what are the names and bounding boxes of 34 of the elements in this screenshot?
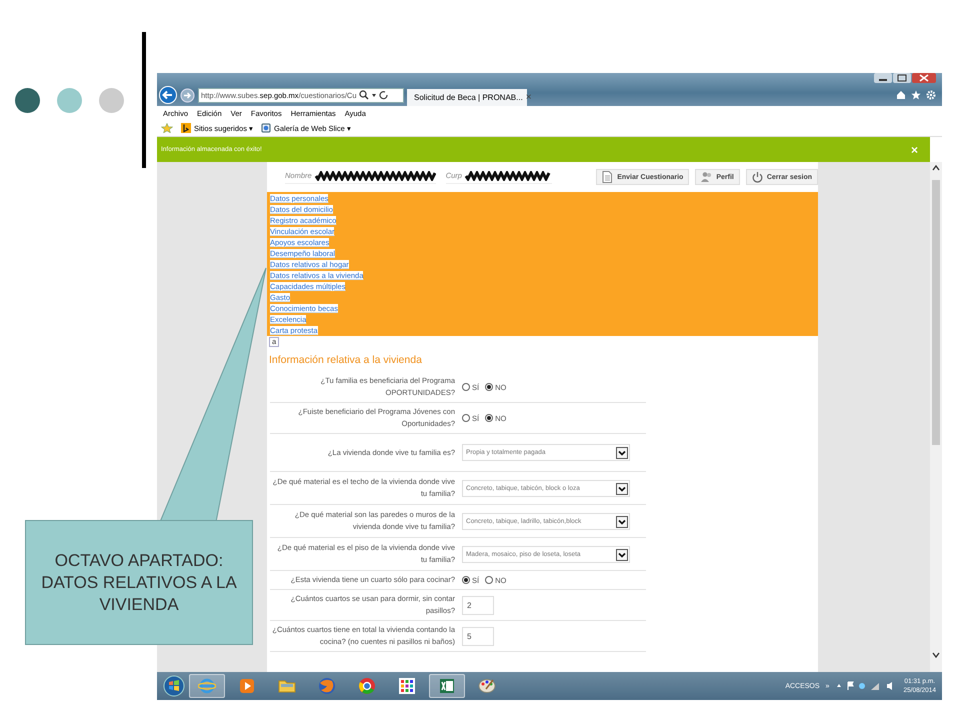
section-title: Información relativa a la vivienda [269, 354, 423, 366]
search-icon[interactable] [358, 90, 389, 100]
globe-icon [318, 677, 336, 695]
input-field[interactable]: 2 [462, 596, 494, 614]
input-field[interactable]: 5 [462, 626, 494, 646]
callout: OCTAVO APARTADO: DATOS RELATIVOS A LA VIVIENDA [25, 520, 253, 645]
radio-button[interactable] [485, 383, 494, 391]
document-icon [602, 171, 614, 183]
radio-button[interactable] [485, 414, 494, 422]
radio-button[interactable] [462, 383, 470, 391]
star-icon[interactable] [911, 90, 921, 100]
home-icon[interactable] [896, 90, 906, 100]
settings-icon[interactable] [926, 90, 936, 100]
apps-grid-icon [398, 677, 416, 695]
tab-title: Solicitud de Beca | PRONAB... [414, 92, 523, 102]
play-icon [238, 677, 256, 695]
taskbar-button[interactable] [429, 674, 465, 698]
users-icon [701, 171, 712, 183]
forward-button[interactable] [180, 88, 195, 102]
browser-icon [198, 677, 216, 695]
power-icon [752, 171, 763, 183]
radio-button[interactable] [485, 576, 494, 584]
radio-button[interactable] [462, 576, 470, 584]
start-button[interactable] [163, 675, 185, 697]
radio-button[interactable] [462, 414, 470, 422]
wheel-icon [358, 677, 376, 695]
favorites-star-icon[interactable] [161, 123, 173, 133]
back-button[interactable] [159, 86, 177, 104]
palette-icon [478, 677, 496, 695]
window-controls[interactable] [874, 73, 936, 84]
web-slice-icon [261, 123, 272, 133]
scrollbar[interactable] [930, 162, 942, 672]
spreadsheet-icon [438, 677, 456, 695]
bing-icon [181, 123, 191, 133]
